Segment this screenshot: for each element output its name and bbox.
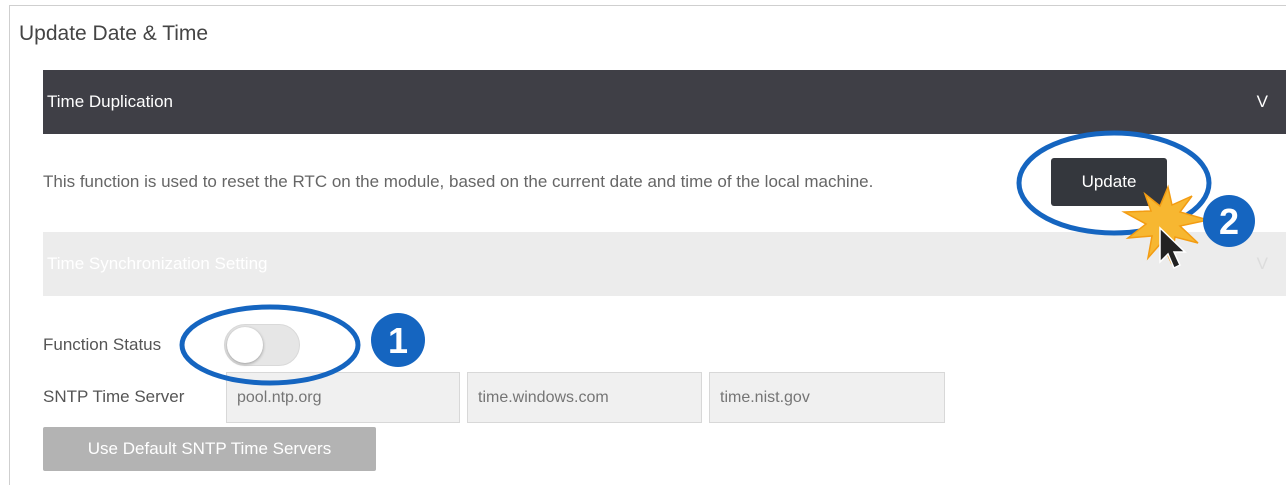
function-status-toggle[interactable]: [224, 324, 300, 366]
chevron-down-icon[interactable]: V: [1257, 92, 1268, 112]
sntp-server-3-input[interactable]: [709, 372, 945, 423]
panel-title: Update Date & Time: [19, 22, 209, 45]
sntp-server-2-input[interactable]: [467, 372, 702, 423]
chevron-down-icon[interactable]: V: [1257, 254, 1268, 274]
time-duplication-title: Time Duplication: [47, 92, 173, 111]
time-duplication-description: This function is used to reset the RTC o…: [43, 172, 874, 191]
function-status-label: Function Status: [43, 335, 162, 354]
sntp-server-1-input[interactable]: [226, 372, 460, 423]
time-sync-header[interactable]: Time Synchronization Setting V: [43, 232, 1286, 296]
time-sync-title: Time Synchronization Setting: [47, 254, 268, 273]
update-button[interactable]: Update: [1051, 158, 1167, 206]
sntp-time-server-label: SNTP Time Server: [43, 387, 185, 406]
toggle-knob: [227, 327, 263, 363]
time-duplication-header[interactable]: Time Duplication V: [43, 70, 1286, 134]
use-default-sntp-button[interactable]: Use Default SNTP Time Servers: [43, 427, 376, 471]
